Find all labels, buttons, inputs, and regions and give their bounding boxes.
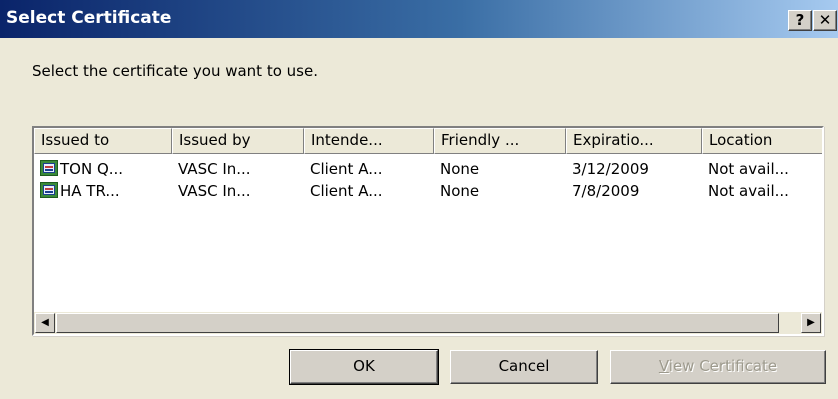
cell-friendly: None [440,182,480,200]
column-header-issued-to[interactable]: Issued to [34,128,172,154]
scroll-thumb[interactable] [56,313,779,333]
close-button[interactable]: ✕ [813,10,837,31]
table-row[interactable]: HA TR... VASC In... Client A... None 7/8… [34,180,822,202]
certificate-icon [40,182,58,198]
cell-issued-to: HA TR... [60,182,120,200]
cell-issued-by: VASC In... [178,182,251,200]
certificate-list[interactable]: Issued to Issued by Intende... Friendly … [32,126,824,336]
view-certificate-label: iew Certificate [668,357,778,375]
view-certificate-accelerator: V [658,357,669,375]
table-row[interactable]: TON Q... VASC In... Client A... None 3/1… [34,158,822,180]
horizontal-scrollbar[interactable]: ◀ ▶ [34,312,822,334]
help-icon: ? [795,11,805,29]
column-header-intended-purposes[interactable]: Intende... [304,128,434,154]
ok-button[interactable]: OK [289,349,439,385]
close-icon: ✕ [818,11,832,29]
cell-issued-to: TON Q... [60,160,124,178]
arrow-right-icon: ▶ [807,317,815,328]
column-header-friendly-name[interactable]: Friendly ... [434,128,566,154]
instruction-text: Select the certificate you want to use. [32,62,318,80]
cell-location: Not avail... [708,182,789,200]
cell-friendly: None [440,160,480,178]
cell-intended: Client A... [310,160,383,178]
cancel-button[interactable]: Cancel [450,350,598,384]
scroll-right-button[interactable]: ▶ [801,313,821,333]
cell-issued-by: VASC In... [178,160,251,178]
cell-intended: Client A... [310,182,383,200]
cell-expiration: 7/8/2009 [572,182,640,200]
certificate-icon [40,160,58,176]
column-header-location[interactable]: Location [702,128,822,154]
arrow-left-icon: ◀ [41,317,49,328]
title-bar[interactable]: Select Certificate ? ✕ [0,0,838,38]
column-header-expiration-date[interactable]: Expiratio... [566,128,702,154]
select-certificate-dialog: Select Certificate ? ✕ Select the certif… [0,0,838,399]
help-button[interactable]: ? [788,10,812,31]
scroll-left-button[interactable]: ◀ [35,313,55,333]
column-header-issued-by[interactable]: Issued by [172,128,304,154]
view-certificate-button[interactable]: View Certificate [610,350,826,384]
list-header: Issued to Issued by Intende... Friendly … [34,128,822,154]
cell-location: Not avail... [708,160,789,178]
cell-expiration: 3/12/2009 [572,160,649,178]
window-title: Select Certificate [6,8,172,28]
